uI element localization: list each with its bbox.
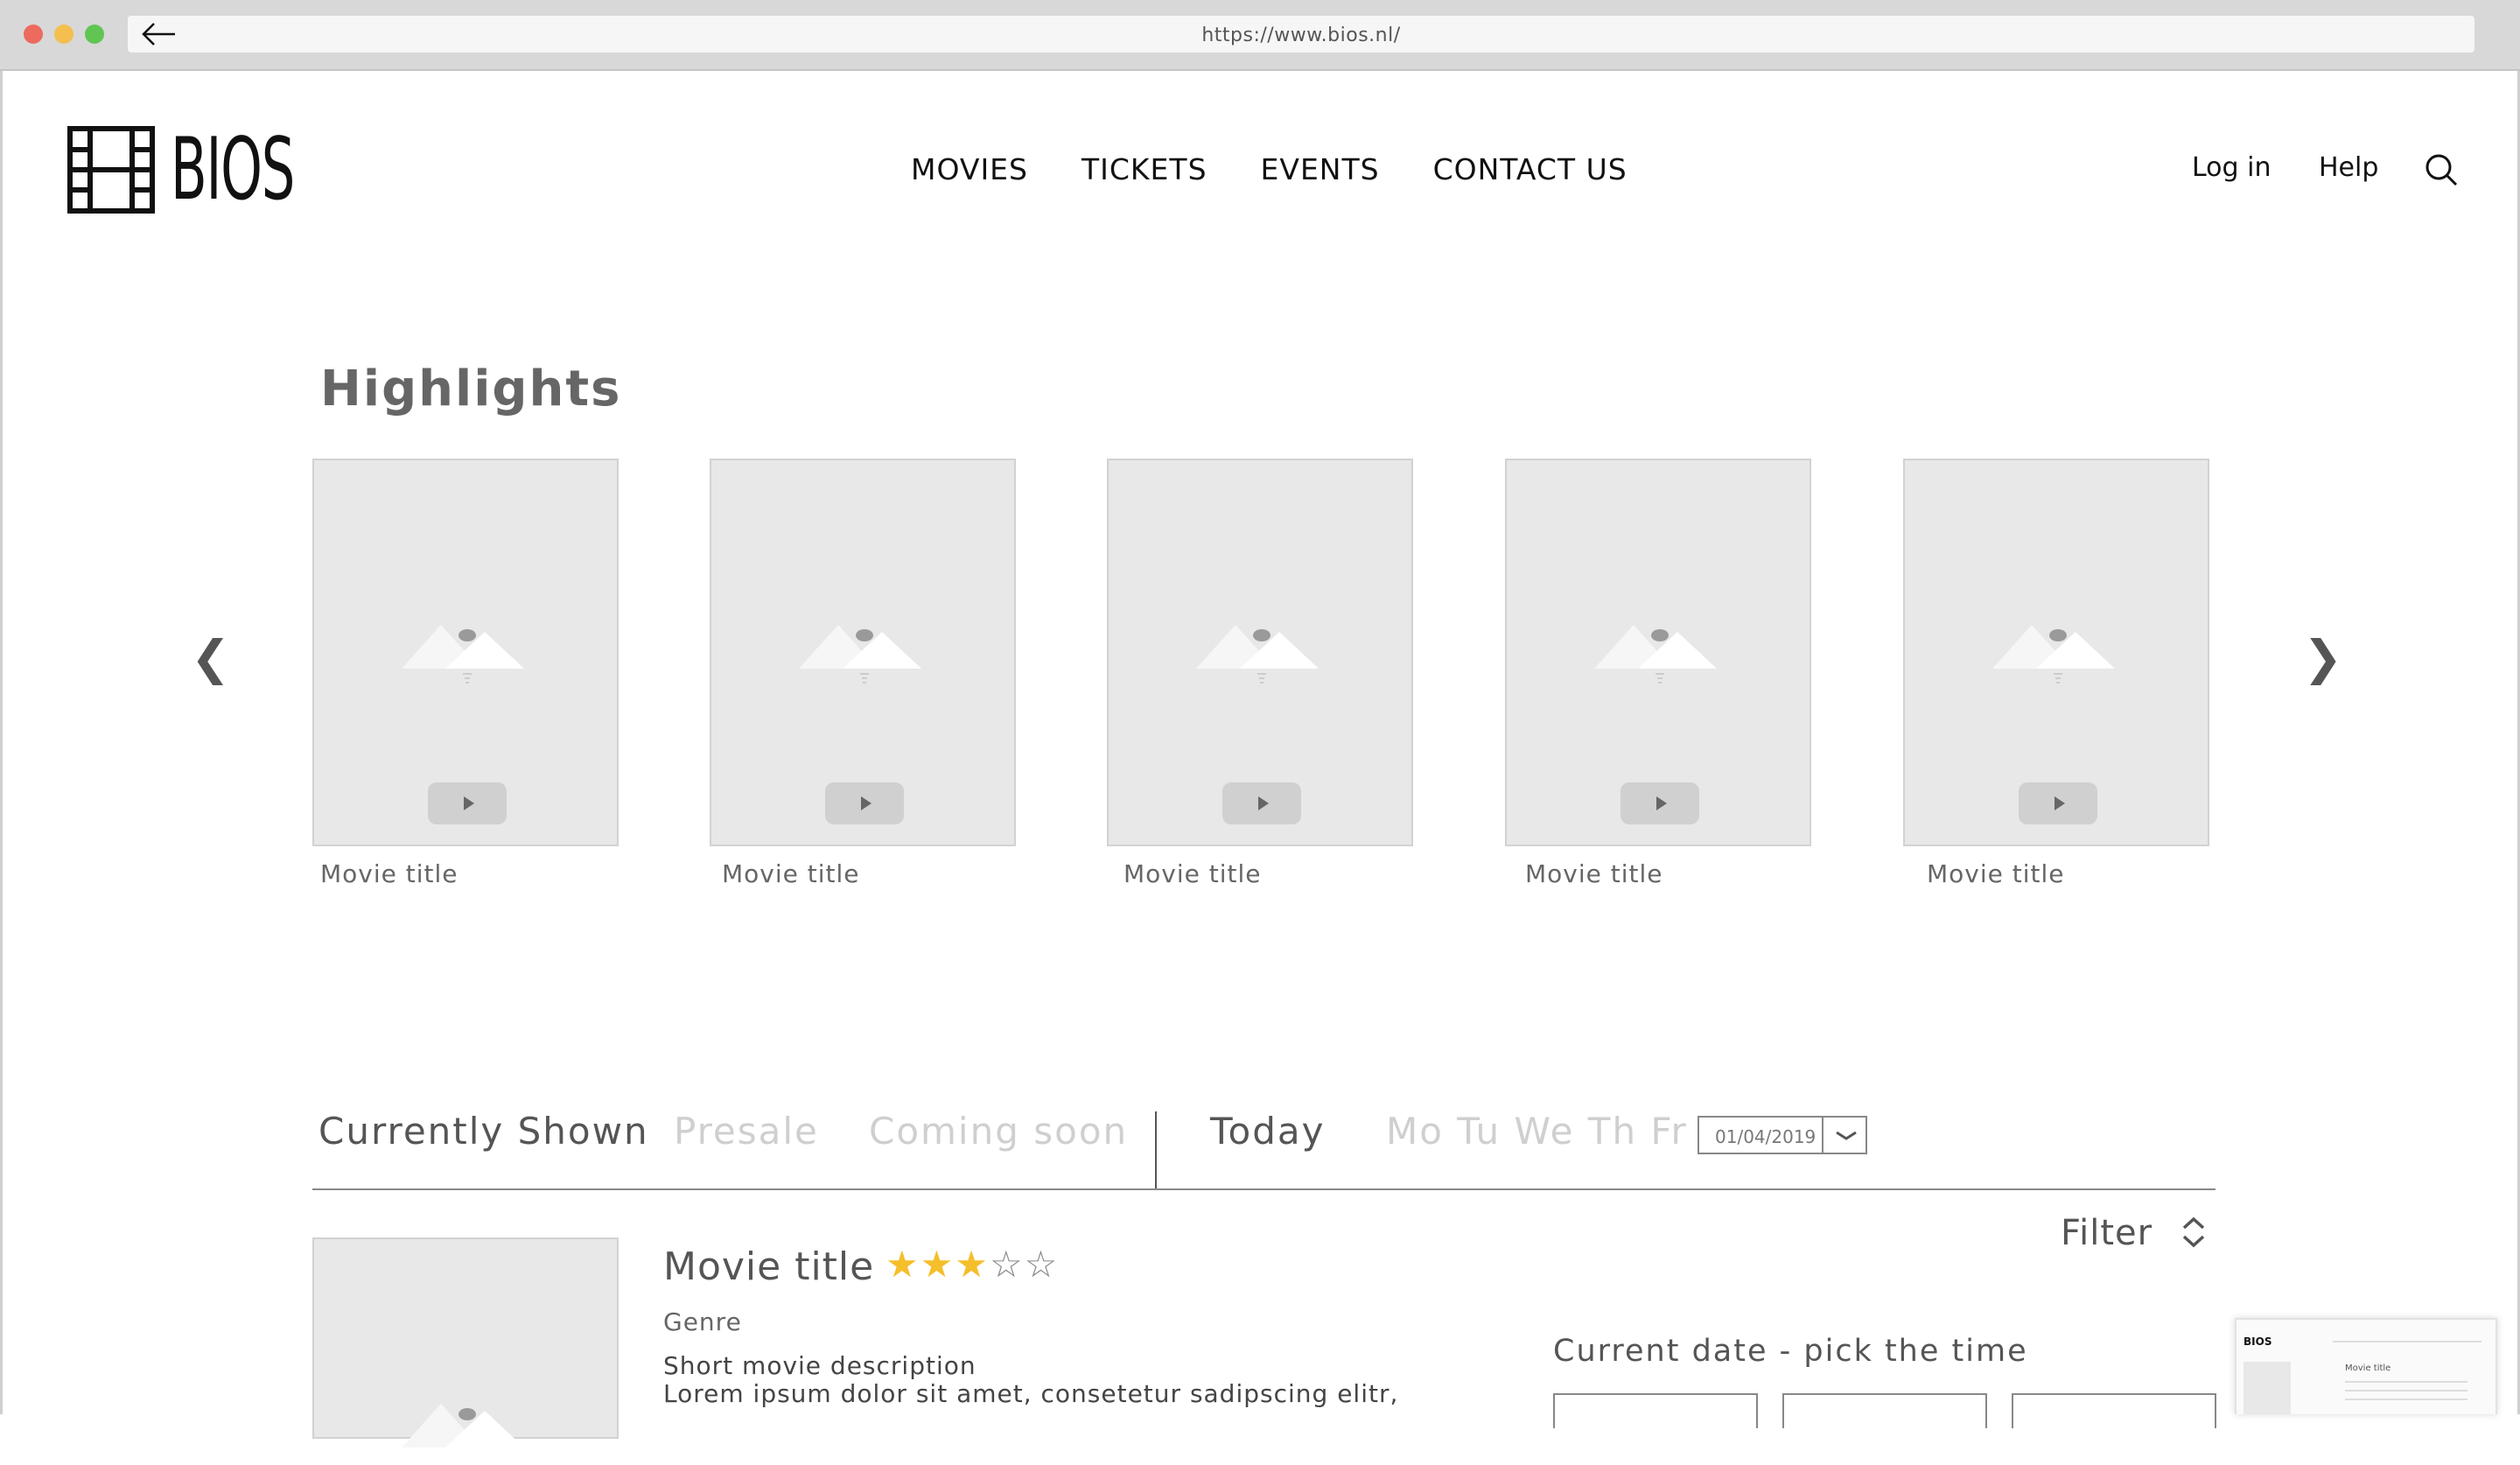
movie-title[interactable]: Movie title (663, 1244, 874, 1289)
browser-chrome: https://www.bios.nl/ (0, 0, 2520, 71)
date-dropdown-button[interactable] (1822, 1116, 1867, 1154)
play-trailer-button[interactable] (1222, 782, 1301, 824)
maximize-window-button[interactable] (85, 25, 104, 44)
movie-card-3[interactable] (1107, 459, 1413, 846)
tab-today[interactable]: Today (1210, 1110, 1325, 1153)
main-nav: MOVIES TICKETS EVENTS CONTACT US (911, 152, 1681, 186)
movie-card-1[interactable] (312, 459, 619, 846)
time-slot[interactable] (1782, 1393, 1987, 1428)
play-trailer-button[interactable] (2019, 782, 2097, 824)
thumbnail-text-line (2345, 1398, 2468, 1400)
movie-card-title[interactable]: Movie title (722, 859, 860, 888)
tab-divider (1155, 1111, 1157, 1190)
play-trailer-button[interactable] (825, 782, 904, 824)
image-placeholder-icon (1196, 625, 1319, 683)
carousel-next-arrow-icon[interactable]: ❯ (2303, 630, 2342, 685)
tab-presale[interactable]: Presale (674, 1110, 819, 1153)
help-link[interactable]: Help (2319, 152, 2378, 183)
nav-item-movies[interactable]: MOVIES (911, 152, 1028, 186)
tab-currently-shown[interactable]: Currently Shown (318, 1110, 649, 1153)
login-link[interactable]: Log in (2192, 152, 2271, 183)
movie-card-title[interactable]: Movie title (1525, 859, 1663, 888)
image-placeholder-icon (1594, 625, 1717, 683)
stars-empty: ☆☆ (989, 1243, 1060, 1286)
movie-card-title[interactable]: Movie title (320, 859, 458, 888)
star-rating: ★★★☆☆ (886, 1243, 1059, 1286)
movie-card-title[interactable]: Movie title (1124, 859, 1262, 888)
movie-description-title: Short movie description (663, 1351, 976, 1380)
image-placeholder-icon (799, 625, 921, 683)
thumbnail-title: Movie title (2345, 1363, 2391, 1373)
filter-button[interactable]: Filter (2061, 1213, 2152, 1253)
minimize-window-button[interactable] (54, 25, 74, 44)
thumbnail-logo: BIOS (2244, 1335, 2272, 1348)
thumbnail-nav-line (2333, 1341, 2482, 1342)
logo-text: BIOS (171, 120, 295, 220)
sort-toggle-icon[interactable] (2179, 1215, 2208, 1250)
nav-item-events[interactable]: EVENTS (1261, 152, 1380, 186)
site-logo[interactable]: BIOS (67, 126, 369, 214)
movie-poster[interactable] (312, 1237, 619, 1447)
pick-time-label: Current date - pick the time (1553, 1334, 2028, 1369)
url-text: https://www.bios.nl/ (1201, 25, 1401, 46)
image-placeholder-icon (402, 1404, 524, 1447)
thumbnail-text-line (2345, 1381, 2468, 1383)
movie-card-2[interactable] (710, 459, 1016, 846)
film-strip-icon (67, 126, 155, 214)
tab-coming-soon[interactable]: Coming soon (869, 1110, 1128, 1153)
movie-card-4[interactable] (1505, 459, 1811, 846)
image-placeholder-icon (402, 625, 524, 683)
movie-card-5[interactable] (1903, 459, 2209, 846)
nav-item-contact-us[interactable]: CONTACT US (1433, 152, 1628, 186)
play-trailer-button[interactable] (1620, 782, 1699, 824)
address-bar[interactable]: https://www.bios.nl/ (128, 16, 2474, 53)
search-icon[interactable] (2424, 152, 2459, 187)
time-slot[interactable] (1553, 1393, 1758, 1428)
movie-description: Lorem ipsum dolor sit amet, consetetur s… (663, 1379, 1399, 1408)
movie-genre: Genre (663, 1307, 742, 1336)
thumbnail-text-line (2345, 1390, 2468, 1391)
play-trailer-button[interactable] (428, 782, 507, 824)
carousel-prev-arrow-icon[interactable]: ❮ (191, 630, 230, 685)
thumbnail-poster (2244, 1362, 2291, 1414)
image-placeholder-icon (1992, 625, 2115, 683)
time-slot[interactable] (2012, 1393, 2216, 1428)
tabs-underline (312, 1188, 2216, 1190)
close-window-button[interactable] (24, 25, 43, 44)
nav-item-tickets[interactable]: TICKETS (1082, 152, 1208, 186)
highlights-title: Highlights (320, 361, 622, 417)
weekday-selector[interactable]: Mo Tu We Th Fr (1386, 1110, 1688, 1153)
page-thumbnail-preview[interactable]: BIOS Movie title (2235, 1318, 2497, 1414)
movie-card-title[interactable]: Movie title (1927, 859, 2065, 888)
chevron-down-icon (1836, 1131, 1857, 1140)
stars-filled: ★★★ (886, 1243, 990, 1286)
